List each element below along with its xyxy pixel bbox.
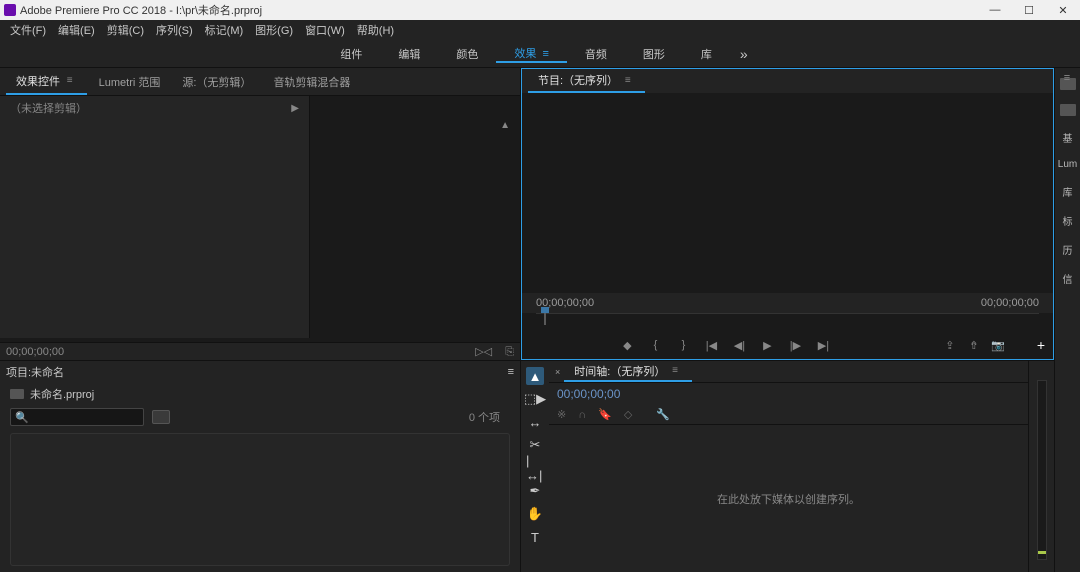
snap-toggle-icon[interactable]: ※: [557, 408, 566, 421]
tab-effect-controls[interactable]: 效果控件 ≡: [6, 68, 87, 95]
playhead-icon[interactable]: [544, 311, 546, 325]
project-panel: 项目:未命名 ≡ 未命名.prproj 🔍 0 个项: [0, 360, 520, 572]
effect-controls-timecode[interactable]: 00;00;00;00: [6, 346, 64, 358]
effect-controls-collapse-handle[interactable]: ▲: [500, 120, 510, 131]
go-to-out-button[interactable]: ▶|: [816, 338, 830, 352]
hand-tool[interactable]: ✋: [526, 505, 544, 523]
audio-meter-panel: [1028, 361, 1054, 572]
mark-in-button[interactable]: {: [648, 338, 662, 352]
effect-controls-expand-icon[interactable]: ▶: [291, 103, 299, 114]
effect-controls-no-clip-label: （未选择剪辑）: [10, 100, 87, 116]
lift-button[interactable]: ⇪: [943, 338, 957, 352]
menu-edit[interactable]: 编辑(E): [52, 22, 101, 38]
workspace-bar: 组件 编辑 颜色 效果 ≡ 音频 图形 库 »: [0, 40, 1080, 68]
audio-meter-bar[interactable]: [1037, 380, 1047, 560]
step-forward-button[interactable]: |▶: [788, 338, 802, 352]
track-select-tool[interactable]: ⬚▶: [526, 390, 544, 408]
menu-window[interactable]: 窗口(W): [299, 22, 351, 38]
window-title: Adobe Premiere Pro CC 2018 - I:\pr\未命名.p…: [20, 2, 978, 18]
collapsed-panel-markers[interactable]: 标: [1063, 213, 1073, 228]
collapsed-panel-lumetri[interactable]: Lum: [1058, 159, 1077, 170]
pen-tool[interactable]: ✒: [526, 482, 544, 500]
tab-source-monitor[interactable]: 源:（无剪辑）: [172, 68, 261, 95]
wrench-icon[interactable]: 🔧: [656, 408, 670, 421]
menu-clip[interactable]: 剪辑(C): [101, 22, 150, 38]
tab-audio-clip-mixer[interactable]: 音轨剪辑混合器: [263, 68, 360, 95]
project-panel-title[interactable]: 项目:未命名: [6, 364, 64, 380]
collapsed-panel-essential[interactable]: 基: [1063, 130, 1073, 145]
timeline-panel: × 时间轴:（无序列） ≡ 00;00;00;00 ※ ∩ 🔖 ◇ 🔧 在此处放…: [549, 361, 1028, 572]
go-to-in-button[interactable]: |◀: [704, 338, 718, 352]
razor-tool[interactable]: ✂: [526, 436, 544, 454]
slip-tool[interactable]: |↔|: [526, 459, 544, 477]
timeline-drop-hint: 在此处放下媒体以创建序列。: [717, 491, 860, 507]
tab-program-monitor[interactable]: 节目:（无序列） ≡: [528, 69, 645, 93]
project-item-count: 0 个项: [469, 409, 510, 425]
play-button[interactable]: ▶: [760, 338, 774, 352]
project-file-name: 未命名.prproj: [30, 386, 94, 402]
program-timecode-right[interactable]: 00;00;00;00: [981, 297, 1039, 309]
maximize-button[interactable]: ☐: [1012, 0, 1046, 20]
workspace-overflow-icon[interactable]: »: [730, 46, 758, 62]
minimize-button[interactable]: —: [978, 0, 1012, 20]
menu-graphics[interactable]: 图形(G): [249, 22, 299, 38]
menu-help[interactable]: 帮助(H): [351, 22, 400, 38]
collapsed-panel-info[interactable]: 信: [1063, 271, 1073, 286]
extract-button[interactable]: ⇮: [967, 338, 981, 352]
bin-icon: [10, 389, 24, 399]
workspace-assembly[interactable]: 组件: [322, 46, 380, 62]
loop-playback-icon[interactable]: ▷◁: [475, 346, 492, 358]
step-back-button[interactable]: ◀|: [732, 338, 746, 352]
project-search-input[interactable]: 🔍: [10, 408, 144, 426]
close-button[interactable]: ✕: [1046, 0, 1080, 20]
tab-lumetri-scopes[interactable]: Lumetri 范围: [89, 68, 171, 95]
right-collapsed-panels: 基 Lum 库 标 历 信: [1054, 68, 1080, 572]
workspace-color[interactable]: 颜色: [438, 46, 496, 62]
timeline-drop-area[interactable]: 在此处放下媒体以创建序列。: [549, 425, 1028, 572]
menu-bar: 文件(F) 编辑(E) 剪辑(C) 序列(S) 标记(M) 图形(G) 窗口(W…: [0, 20, 1080, 40]
collapsed-panel-libraries[interactable]: 库: [1063, 184, 1073, 199]
workspace-libraries[interactable]: 库: [683, 46, 730, 62]
tools-panel: ▲ ⬚▶ ↔ ✂ |↔| ✒ ✋ T: [521, 361, 549, 572]
workspace-effects[interactable]: 效果 ≡: [496, 45, 567, 63]
collapsed-panel-icon-2[interactable]: [1060, 104, 1076, 116]
linked-selection-icon[interactable]: ∩: [578, 409, 586, 421]
mark-out-button[interactable]: }: [676, 338, 690, 352]
program-scrub-bar[interactable]: [522, 313, 1053, 331]
menu-sequence[interactable]: 序列(S): [150, 22, 199, 38]
new-bin-button[interactable]: [152, 410, 170, 424]
audio-level-indicator: [1038, 551, 1046, 554]
project-search-field[interactable]: [33, 409, 143, 425]
project-panel-menu-icon[interactable]: ≡: [508, 366, 514, 378]
add-marker-icon[interactable]: 🔖: [598, 408, 612, 421]
effect-controls-tabset: 效果控件 ≡ Lumetri 范围 源:（无剪辑） 音轨剪辑混合器: [0, 68, 520, 96]
button-editor-plus[interactable]: +: [1029, 337, 1053, 353]
menu-marker[interactable]: 标记(M): [199, 22, 250, 38]
menu-file[interactable]: 文件(F): [4, 22, 52, 38]
program-monitor-panel: 节目:（无序列） ≡ 00;00;00;00 00;00;00;00 ◆ { }…: [521, 68, 1054, 360]
export-frame-button[interactable]: 📷: [991, 338, 1005, 352]
search-icon: 🔍: [11, 411, 33, 424]
workspace-editing[interactable]: 编辑: [380, 46, 438, 62]
tab-timeline[interactable]: 时间轴:（无序列） ≡: [564, 361, 692, 382]
workspace-graphics[interactable]: 图形: [625, 46, 683, 62]
workspace-audio[interactable]: 音频: [567, 46, 625, 62]
program-monitor-viewport[interactable]: [522, 93, 1053, 293]
timeline-timecode[interactable]: 00;00;00;00: [557, 387, 620, 401]
export-frame-icon[interactable]: ⎘: [505, 346, 514, 358]
timeline-settings-icon[interactable]: ◇: [624, 408, 632, 421]
timeline-close-icon[interactable]: ×: [555, 367, 564, 377]
type-tool[interactable]: T: [526, 528, 544, 546]
ripple-edit-tool[interactable]: ↔: [526, 413, 544, 431]
collapsed-panel-history[interactable]: 历: [1063, 242, 1073, 257]
panel-options-icon[interactable]: ≡: [1060, 72, 1074, 84]
selection-tool[interactable]: ▲: [526, 367, 544, 385]
project-items-area[interactable]: [10, 433, 510, 566]
add-marker-button[interactable]: ◆: [620, 338, 634, 352]
window-titlebar: Adobe Premiere Pro CC 2018 - I:\pr\未命名.p…: [0, 0, 1080, 20]
effect-controls-panel: （未选择剪辑） ▶ ▲ 00;00;00;00 ▷◁ ⎘: [0, 96, 520, 360]
app-logo-icon: [4, 4, 16, 16]
